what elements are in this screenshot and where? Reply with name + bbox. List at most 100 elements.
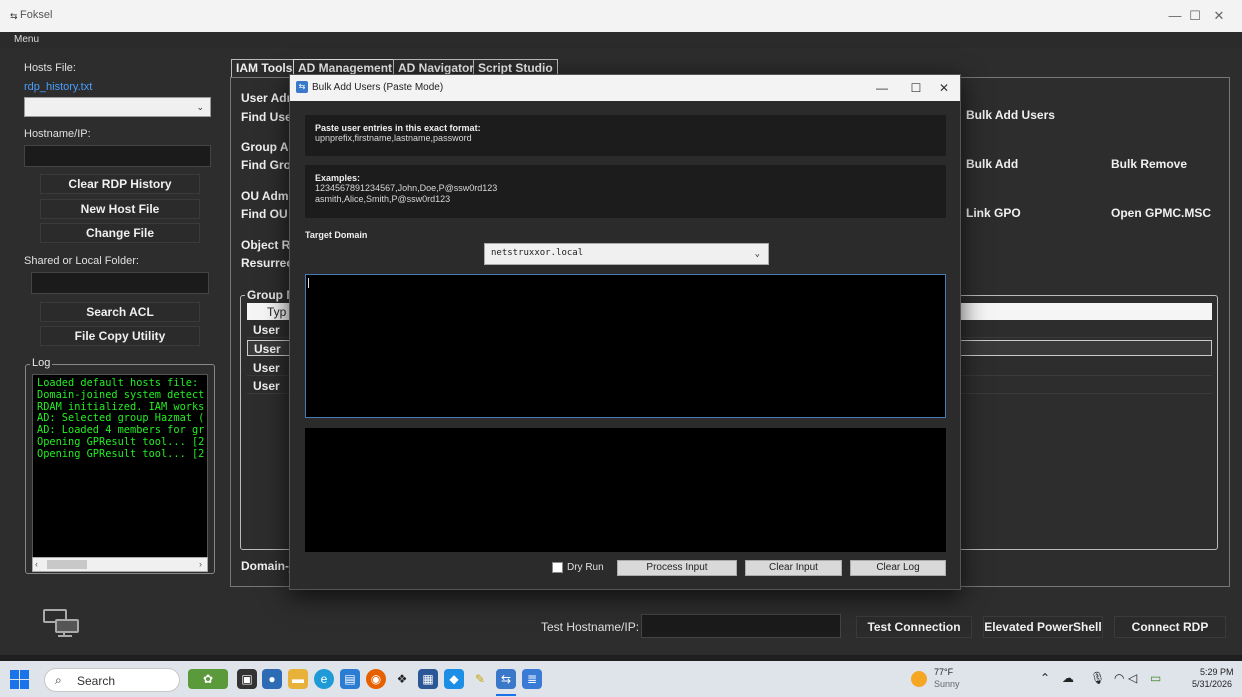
task-view-icon[interactable]: ▣: [237, 669, 257, 689]
target-domain-value: netstruxxor.local: [491, 248, 584, 258]
format-text: upnprefix,firstname,lastname,password: [315, 133, 472, 143]
volume-icon[interactable]: ◁: [1128, 671, 1137, 685]
target-domain-label: Target Domain: [305, 230, 368, 240]
process-log-output[interactable]: [305, 428, 946, 552]
chevron-down-icon: ⌄: [196, 102, 204, 112]
test-host-label: Test Hostname/IP:: [541, 620, 640, 634]
dialog-title: Bulk Add Users (Paste Mode): [312, 82, 444, 93]
format-info-box: Paste user entries in this exact format:…: [305, 115, 946, 156]
taskbar-search-box[interactable]: ⌕ Search: [44, 668, 180, 692]
open-gpmc-button[interactable]: Open GPMC.MSC: [1111, 206, 1211, 220]
app-icon[interactable]: ▦: [418, 669, 438, 689]
scroll-thumb[interactable]: [47, 560, 87, 569]
examples-info-box: Examples: 1234567891234567,John,Doe,P@ss…: [305, 165, 946, 218]
active-app-indicator: [496, 694, 516, 696]
clear-log-button[interactable]: Clear Log: [850, 560, 946, 576]
hostname-input[interactable]: [24, 145, 211, 167]
dry-run-label[interactable]: Dry Run: [567, 562, 604, 573]
log-legend: Log: [30, 357, 53, 369]
row-type: User: [253, 379, 280, 393]
row-type: User: [253, 361, 280, 375]
example-line: 1234567891234567,John,Doe,P@ssw0rd123: [315, 183, 498, 193]
close-button[interactable]: ✕: [1196, 0, 1242, 32]
app-icon: ⇆: [296, 81, 308, 93]
connect-rdp-button[interactable]: Connect RDP: [1114, 616, 1226, 638]
dialog-titlebar: ⇆ Bulk Add Users (Paste Mode) — ☐ ✕: [290, 75, 960, 101]
app-icon[interactable]: ◆: [444, 669, 464, 689]
link-gpo-button[interactable]: Link GPO: [966, 206, 1021, 220]
battery-icon[interactable]: ▭: [1150, 671, 1161, 685]
format-heading: Paste user entries in this exact format:: [315, 123, 481, 133]
dialog-minimize-button[interactable]: —: [864, 75, 900, 101]
domain-status-label: Domain-j: [241, 559, 293, 573]
chevron-up-icon[interactable]: ⌃: [1040, 671, 1050, 685]
group-admin-heading: Group Ac: [241, 140, 296, 154]
foksel-app-icon[interactable]: ⇆: [496, 669, 516, 689]
pencil-icon[interactable]: ✎: [470, 669, 490, 689]
ou-admin-heading: OU Admi: [241, 189, 292, 203]
chevron-down-icon: ⌄: [754, 249, 760, 259]
bulk-remove-button[interactable]: Bulk Remove: [1111, 157, 1187, 171]
clear-rdp-history-button[interactable]: Clear RDP History: [40, 174, 200, 194]
taskbar-search-label: Search: [77, 674, 116, 688]
taskbar: ⌕ Search ✿ ▣ ● ▬ e ▤ ◉ ❖ ▦ ◆ ✎ ⇆ ≣ 77°F …: [0, 661, 1242, 697]
windows-start-icon[interactable]: [10, 670, 30, 690]
tab-iam-tools[interactable]: IAM Tools: [231, 59, 298, 77]
weather-temperature[interactable]: 77°F: [934, 667, 953, 677]
test-host-input[interactable]: [641, 614, 841, 638]
clock-date[interactable]: 5/31/2026: [1192, 679, 1232, 689]
log-horizontal-scrollbar[interactable]: ‹ ›: [32, 557, 208, 572]
window-title: Foksel: [20, 9, 53, 21]
hostname-label: Hostname/IP:: [24, 128, 91, 140]
file-copy-utility-button[interactable]: File Copy Utility: [40, 326, 200, 346]
cloud-icon[interactable]: ☁: [1062, 671, 1074, 685]
change-file-button[interactable]: Change File: [40, 223, 200, 243]
firefox-icon[interactable]: ◉: [366, 669, 386, 689]
dropbox-icon[interactable]: ❖: [392, 669, 412, 689]
search-icon: ⌕: [55, 673, 62, 687]
new-host-file-button[interactable]: New Host File: [40, 199, 200, 219]
wifi-icon[interactable]: ◠: [1114, 671, 1124, 685]
process-input-button[interactable]: Process Input: [617, 560, 737, 576]
elevated-powershell-button[interactable]: Elevated PowerShell: [983, 616, 1103, 638]
weather-sun-icon[interactable]: [911, 671, 927, 687]
text-caret: [308, 278, 309, 288]
weather-condition[interactable]: Sunny: [934, 679, 960, 689]
window-titlebar: ⇆ Foksel — ☐ ✕: [0, 0, 1242, 32]
store-icon[interactable]: ▤: [340, 669, 360, 689]
test-connection-button[interactable]: Test Connection: [856, 616, 972, 638]
example-line: asmith,Alice,Smith,P@ssw0rd123: [315, 194, 451, 204]
menu-item[interactable]: Menu: [14, 34, 39, 45]
search-acl-button[interactable]: Search ACL: [40, 302, 200, 322]
dialog-close-button[interactable]: ✕: [926, 75, 962, 101]
row-type: User: [253, 323, 280, 337]
notepad-icon[interactable]: ≣: [522, 669, 542, 689]
clock-time[interactable]: 5:29 PM: [1200, 667, 1234, 677]
edge-browser-icon[interactable]: e: [314, 669, 334, 689]
hosts-file-link[interactable]: rdp_history.txt: [24, 81, 92, 93]
scroll-left-icon: ‹: [35, 559, 38, 569]
bulk-add-users-button[interactable]: Bulk Add Users: [966, 108, 1055, 122]
menu-bar: Menu: [0, 32, 1242, 48]
log-output[interactable]: Loaded default hosts file: Domain-joined…: [32, 374, 208, 558]
shared-folder-label: Shared or Local Folder:: [24, 255, 139, 267]
examples-heading: Examples:: [315, 173, 361, 183]
target-domain-select[interactable]: netstruxxor.local ⌄: [484, 243, 769, 265]
paste-input-textarea[interactable]: [305, 274, 946, 418]
find-ou-label: Find OU: [241, 207, 288, 221]
shared-folder-input[interactable]: [31, 272, 209, 294]
bulk-add-users-dialog: ⇆ Bulk Add Users (Paste Mode) — ☐ ✕ Past…: [289, 74, 961, 590]
microphone-icon[interactable]: 🎙: [1090, 671, 1105, 685]
grid-header-type[interactable]: Typ: [267, 305, 286, 319]
widgets-icon[interactable]: ✿: [188, 669, 228, 689]
hosts-file-label: Hosts File:: [24, 62, 76, 74]
dry-run-checkbox[interactable]: [552, 562, 563, 573]
scroll-right-icon: ›: [199, 559, 202, 569]
hosts-file-combo[interactable]: ⌄: [24, 97, 211, 117]
bulk-add-button[interactable]: Bulk Add: [966, 157, 1018, 171]
file-explorer-icon[interactable]: ▬: [288, 669, 308, 689]
row-type: User: [254, 342, 281, 356]
teams-icon[interactable]: ●: [262, 669, 282, 689]
network-computer-icon: [43, 609, 79, 637]
clear-input-button[interactable]: Clear Input: [745, 560, 842, 576]
